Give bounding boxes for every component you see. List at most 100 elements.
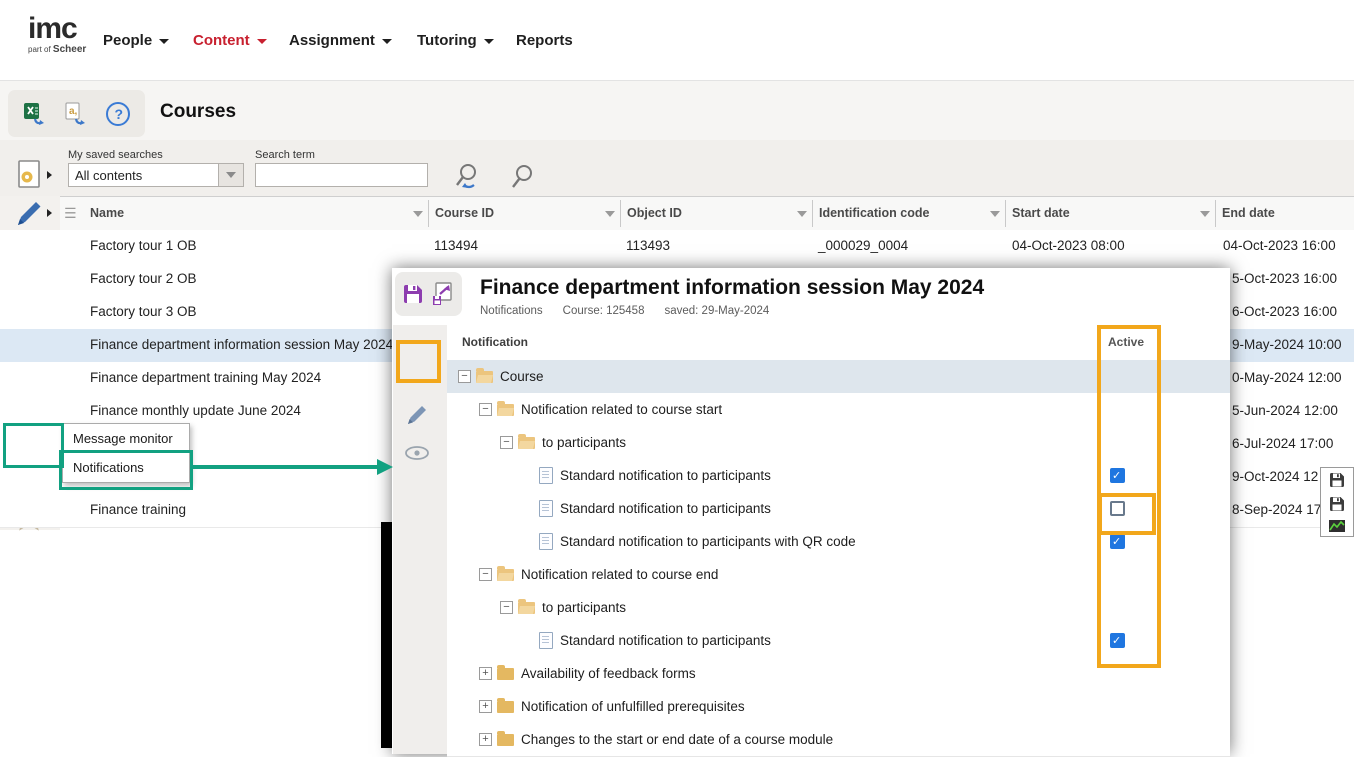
- cell-end-date: 9-May-2024 10:00: [1232, 337, 1342, 352]
- tree-row[interactable]: Standard notification to participants: [447, 624, 1230, 658]
- cell-object-id: 113493: [626, 238, 670, 253]
- excel-export-icon[interactable]: [22, 101, 48, 127]
- edit-pencil-icon[interactable]: [12, 196, 46, 230]
- folder-icon: [497, 701, 514, 713]
- dialog-saved-date: saved: 29-May-2024: [664, 305, 769, 317]
- svg-text:?: ?: [115, 106, 124, 122]
- folder-icon: [497, 734, 514, 746]
- expand-icon[interactable]: [479, 700, 492, 713]
- svg-text:a,: a,: [69, 106, 78, 117]
- filter-arrow-icon[interactable]: [1200, 211, 1210, 217]
- filter-arrow-icon[interactable]: [605, 211, 615, 217]
- dialog-section: Notifications: [480, 305, 543, 317]
- active-checkbox[interactable]: [1110, 501, 1125, 516]
- view-eye-icon[interactable]: [402, 439, 432, 467]
- save-icon[interactable]: [1329, 496, 1345, 512]
- tree-row[interactable]: Standard notification to participants: [447, 459, 1230, 493]
- logo-text: imc: [28, 14, 86, 44]
- active-checkbox[interactable]: [1110, 468, 1125, 483]
- chevron-down-icon: [257, 39, 267, 44]
- col-header-course-id[interactable]: Course ID: [435, 206, 494, 220]
- notifications-dialog: Finance department information session M…: [392, 268, 1230, 754]
- tree-row[interactable]: Changes to the start or end date of a co…: [447, 723, 1230, 757]
- tree-row[interactable]: Standard notification to participants: [447, 492, 1230, 526]
- cell-end-date: 6-Jul-2024 17:00: [1232, 436, 1333, 451]
- drag-handle-icon[interactable]: ☰: [64, 205, 77, 222]
- dialog-rail: [393, 325, 447, 754]
- cell-end-date: 8-Sep-2024 17: [1232, 502, 1321, 517]
- table-row[interactable]: Factory tour 1 OB 113494 113493 _000029_…: [0, 230, 1354, 264]
- save-icon[interactable]: [1329, 472, 1345, 488]
- filter-arrow-icon[interactable]: [797, 211, 807, 217]
- submenu-arrow-icon: [47, 171, 52, 179]
- col-header-object-id[interactable]: Object ID: [627, 206, 682, 220]
- nav-item-assignment[interactable]: Assignment: [289, 0, 392, 80]
- collapse-icon[interactable]: [479, 403, 492, 416]
- col-header-notification: Notification: [462, 335, 528, 349]
- dialog-title: Finance department information session M…: [480, 276, 984, 300]
- context-menu: Message monitor Notifications: [62, 423, 190, 483]
- dialog-subtitle: Notifications Course: 125458 saved: 29-M…: [480, 305, 769, 317]
- cell-name: Factory tour 3 OB: [90, 304, 197, 319]
- document-icon: [539, 500, 553, 517]
- page-title: Courses: [160, 101, 236, 123]
- col-header-active: Active: [1108, 335, 1144, 349]
- expand-icon[interactable]: [479, 667, 492, 680]
- tree-row[interactable]: Availability of feedback forms: [447, 657, 1230, 691]
- save-and-exit-icon[interactable]: [430, 281, 456, 307]
- dialog-course-id: Course: 125458: [563, 305, 645, 317]
- folder-icon: [497, 668, 514, 680]
- cell-end-date: 5-Jun-2024 12:00: [1232, 403, 1338, 418]
- collapse-icon[interactable]: [500, 436, 513, 449]
- col-header-end-date[interactable]: End date: [1222, 206, 1275, 220]
- menu-item-message-monitor[interactable]: Message monitor: [63, 424, 189, 453]
- tree-row[interactable]: Notification related to course start: [447, 393, 1230, 427]
- cell-name: Finance department information session M…: [90, 337, 393, 352]
- new-item-icon[interactable]: [12, 158, 46, 192]
- tree-row[interactable]: to participants: [447, 426, 1230, 460]
- menu-item-notifications[interactable]: Notifications: [63, 453, 189, 482]
- collapse-icon[interactable]: [458, 370, 471, 383]
- filter-arrow-icon[interactable]: [413, 211, 423, 217]
- chart-icon[interactable]: [1329, 520, 1345, 532]
- help-icon[interactable]: ?: [105, 101, 131, 127]
- saved-searches-select[interactable]: All contents: [68, 163, 244, 187]
- chevron-down-icon: [382, 39, 392, 44]
- document-icon: [539, 533, 553, 550]
- collapse-icon[interactable]: [500, 601, 513, 614]
- col-header-start-date[interactable]: Start date: [1012, 206, 1070, 220]
- export-toolbar: a, ?: [8, 90, 145, 137]
- save-icon[interactable]: [401, 282, 425, 306]
- edit-pencil-icon[interactable]: [402, 401, 432, 429]
- saved-searches-value: All contents: [69, 168, 218, 183]
- cell-course-id: 113494: [434, 238, 478, 253]
- expand-icon[interactable]: [479, 733, 492, 746]
- search-term-label: Search term: [255, 149, 315, 161]
- nav-item-content[interactable]: Content: [193, 0, 267, 80]
- tree-row[interactable]: Notification related to course end: [447, 558, 1230, 592]
- active-checkbox[interactable]: [1110, 534, 1125, 549]
- collapse-icon[interactable]: [479, 568, 492, 581]
- active-checkbox[interactable]: [1110, 633, 1125, 648]
- folder-open-icon: [518, 602, 535, 614]
- search-term-input[interactable]: [255, 163, 428, 187]
- search-icon[interactable]: [510, 162, 540, 192]
- imc-logo: imc part of Scheer: [28, 14, 86, 55]
- search-reset-icon[interactable]: [452, 160, 486, 194]
- tree-row[interactable]: Standard notification to participants wi…: [447, 525, 1230, 559]
- nav-item-tutoring[interactable]: Tutoring: [417, 0, 494, 80]
- tree-row[interactable]: Notification of unfulfilled prerequisite…: [447, 690, 1230, 724]
- tree-header: Notification Active: [447, 325, 1230, 361]
- text-export-icon[interactable]: a,: [63, 101, 89, 127]
- nav-item-reports[interactable]: Reports: [516, 0, 573, 80]
- cell-end-date: 6-Oct-2023 16:00: [1232, 304, 1337, 319]
- cell-start-date: 04-Oct-2023 08:00: [1012, 238, 1125, 253]
- filter-arrow-icon[interactable]: [990, 211, 1000, 217]
- col-header-name[interactable]: Name: [90, 206, 124, 220]
- tree-row[interactable]: to participants: [447, 591, 1230, 625]
- select-dropdown-button[interactable]: [218, 164, 243, 186]
- col-header-identification-code[interactable]: Identification code: [819, 206, 929, 220]
- nav-item-people[interactable]: People: [103, 0, 169, 80]
- tree-row[interactable]: Course: [447, 360, 1230, 394]
- cell-name: Factory tour 1 OB: [90, 238, 197, 253]
